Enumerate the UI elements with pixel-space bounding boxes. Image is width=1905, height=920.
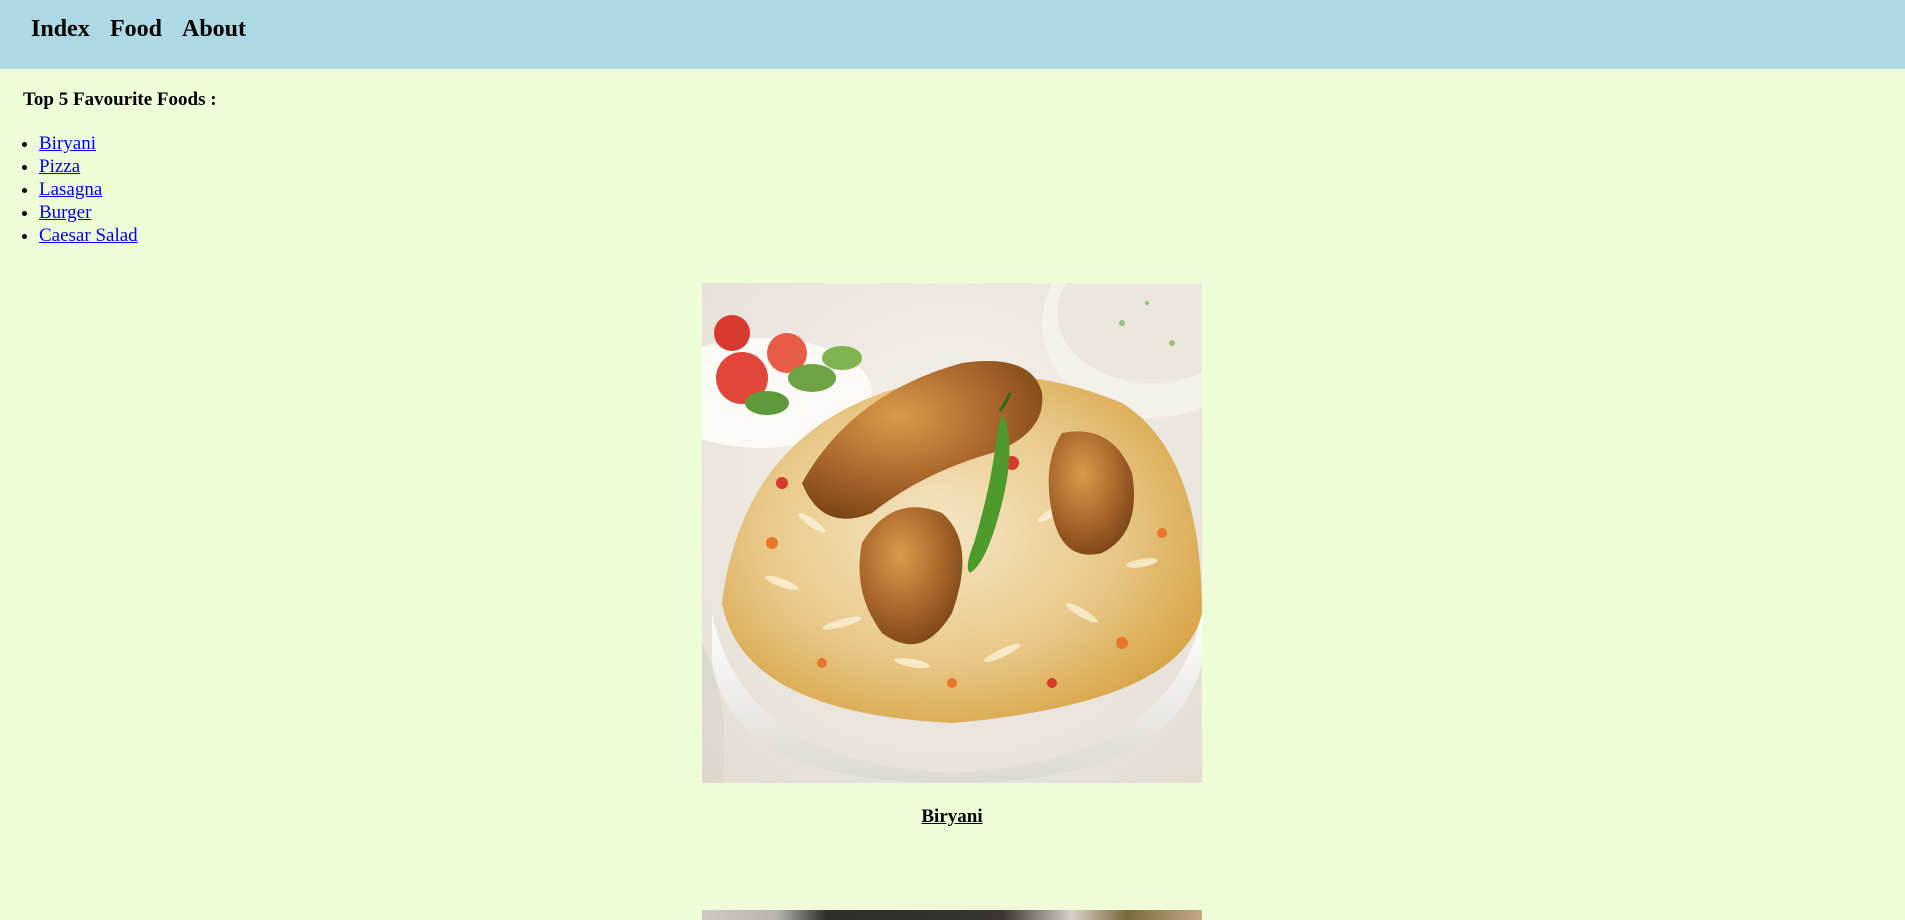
list-item: Burger [39, 201, 138, 224]
list-item: Lasagna [39, 178, 138, 201]
food-link-burger[interactable]: Burger [39, 202, 91, 223]
top-nav-bar: Index Food About [0, 0, 1905, 69]
food-link-lasagna[interactable]: Lasagna [39, 179, 102, 200]
food-link-biryani[interactable]: Biryani [39, 133, 96, 154]
list-item: Biryani [39, 132, 138, 155]
nav-link-index[interactable]: Index [31, 16, 90, 43]
list-item: Pizza [39, 155, 138, 178]
food-link-caesar-salad[interactable]: Caesar Salad [39, 225, 138, 246]
nav-link-about[interactable]: About [182, 16, 246, 43]
biryani-photo [702, 283, 1202, 783]
page-heading: Top 5 Favourite Foods : [23, 89, 217, 110]
nav-link-food[interactable]: Food [110, 16, 162, 43]
featured-food-caption: Biryani [921, 806, 983, 827]
next-food-photo [702, 910, 1202, 920]
food-list: Biryani Pizza Lasagna Burger Caesar Sala… [0, 132, 138, 247]
list-item: Caesar Salad [39, 224, 138, 247]
food-link-pizza[interactable]: Pizza [39, 156, 80, 177]
